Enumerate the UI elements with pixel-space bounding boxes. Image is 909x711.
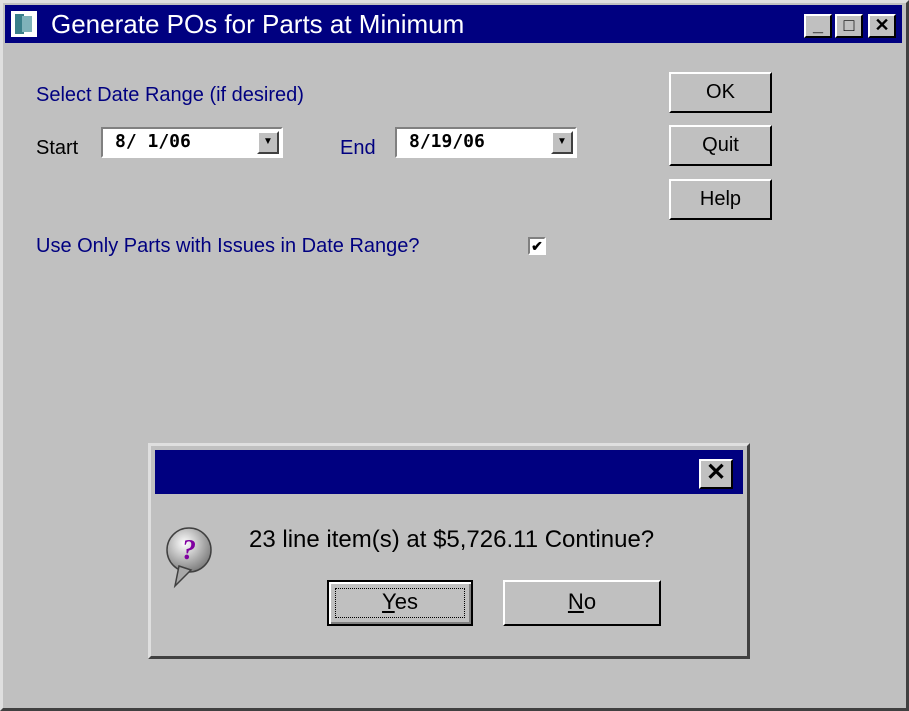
issues-question-label: Use Only Parts with Issues in Date Range… <box>36 235 420 257</box>
minimize-button[interactable]: _ <box>804 14 832 38</box>
dialog-title-bar[interactable]: ✕ <box>155 450 743 494</box>
start-label: Start <box>36 137 79 159</box>
chevron-down-icon: ▼ <box>557 136 567 147</box>
dialog-message: 23 line item(s) at $5,726.11 Continue? <box>249 526 655 553</box>
yes-button[interactable]: Yes <box>327 580 473 626</box>
end-date-combo[interactable]: 8/19/06 ▼ <box>395 127 577 158</box>
start-date-combo[interactable]: 8/ 1/06 ▼ <box>101 127 283 158</box>
maximize-button[interactable]: □ <box>835 14 863 38</box>
start-date-value: 8/ 1/06 <box>115 131 191 152</box>
app-icon <box>11 11 37 37</box>
end-label: End <box>340 137 376 159</box>
end-dropdown-button[interactable]: ▼ <box>551 131 573 154</box>
checkmark-icon: ✔ <box>531 238 543 254</box>
confirm-dialog: ✕ ? 23 line item(s) at $5,726.11 Continu… <box>148 443 750 659</box>
chevron-down-icon: ▼ <box>263 136 273 147</box>
title-bar[interactable]: Generate POs for Parts at Minimum _ □ ✕ <box>5 5 902 43</box>
quit-button[interactable]: Quit <box>669 125 772 166</box>
no-label: o <box>583 589 597 614</box>
issues-checkbox[interactable]: ✔ <box>528 237 546 255</box>
focus-rectangle <box>335 588 465 618</box>
ok-button[interactable]: OK <box>669 72 772 113</box>
date-range-heading: Select Date Range (if desired) <box>36 84 304 106</box>
question-mark-glyph: ? <box>182 535 196 566</box>
start-dropdown-button[interactable]: ▼ <box>257 131 279 154</box>
window-title: Generate POs for Parts at Minimum <box>51 9 465 39</box>
question-balloon-icon: ? <box>165 520 213 596</box>
end-date-value: 8/19/06 <box>409 131 485 152</box>
no-mnemonic: N <box>567 589 584 614</box>
close-button[interactable]: ✕ <box>868 14 896 38</box>
dialog-close-button[interactable]: ✕ <box>699 459 733 489</box>
help-button[interactable]: Help <box>669 179 772 220</box>
no-button[interactable]: No <box>503 580 661 626</box>
